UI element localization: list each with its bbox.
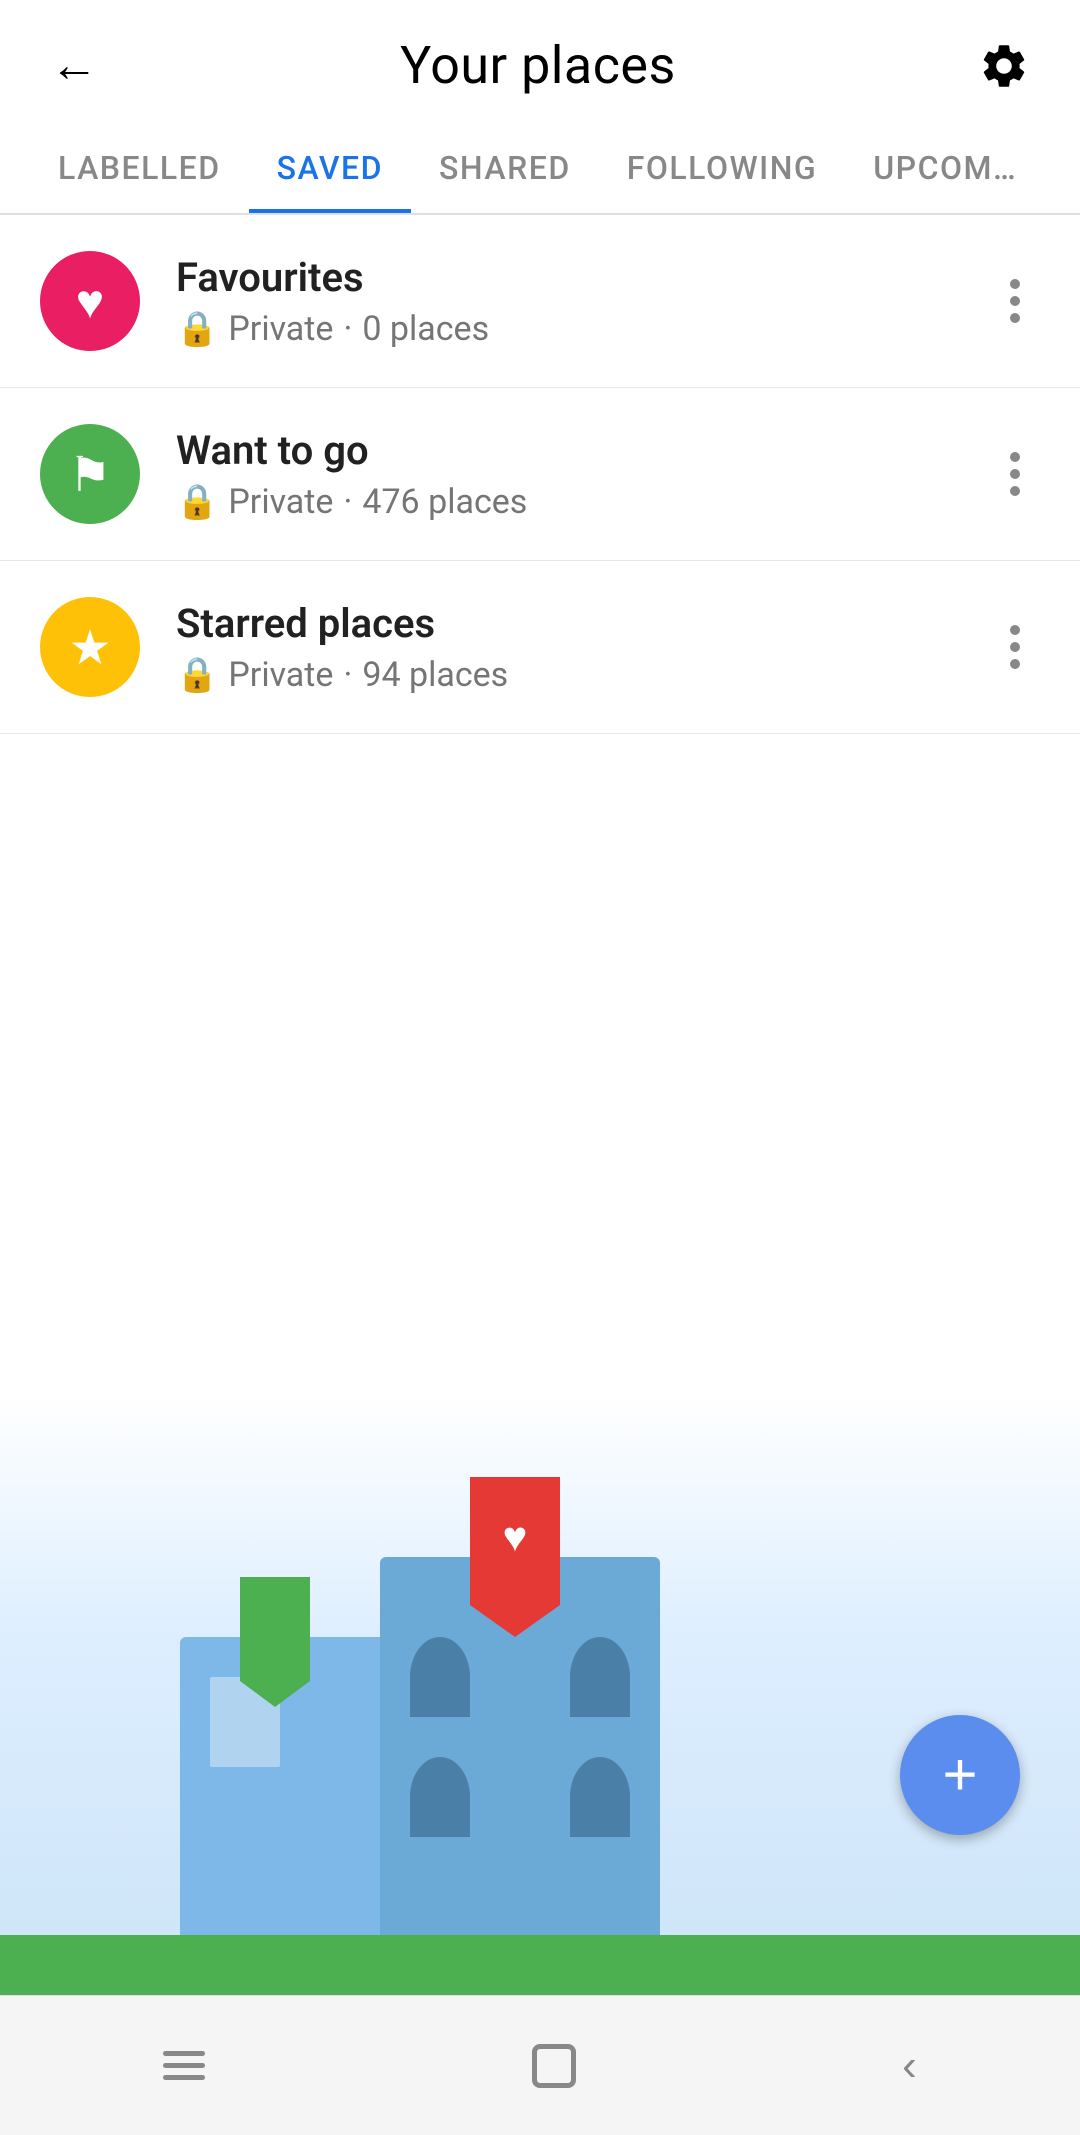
tab-shared[interactable]: SHARED bbox=[411, 123, 599, 213]
favourites-more-button[interactable] bbox=[990, 259, 1040, 343]
want-to-go-text: Want to go 🔒 Private · 476 places bbox=[176, 427, 990, 522]
more-icon bbox=[1006, 621, 1024, 673]
window-4 bbox=[570, 1757, 630, 1837]
saved-list: ♥ Favourites 🔒 Private · 0 places ⚑ Want… bbox=[0, 215, 1080, 734]
favourites-title: Favourites bbox=[176, 254, 990, 301]
want-to-go-subtitle: 🔒 Private · 476 places bbox=[176, 482, 990, 522]
chevron-left-icon: ‹ bbox=[902, 2041, 917, 2091]
ground bbox=[0, 1935, 1080, 1995]
more-icon bbox=[1006, 275, 1024, 327]
lock-icon: 🔒 bbox=[176, 655, 218, 695]
nav-home-button[interactable] bbox=[492, 2024, 616, 2108]
starred-places-subtitle: 🔒 Private · 94 places bbox=[176, 655, 990, 695]
back-icon: ← bbox=[50, 38, 98, 93]
window-3 bbox=[410, 1757, 470, 1837]
starred-places-count: 94 places bbox=[362, 655, 508, 695]
want-to-go-count: 476 places bbox=[362, 482, 527, 522]
gear-icon bbox=[978, 40, 1030, 92]
favourites-subtitle: 🔒 Private · 0 places bbox=[176, 309, 990, 349]
tab-labelled[interactable]: LABELLED bbox=[30, 123, 249, 213]
want-to-go-title: Want to go bbox=[176, 427, 990, 474]
lock-icon: 🔒 bbox=[176, 309, 218, 349]
lock-icon: 🔒 bbox=[176, 482, 218, 522]
favourites-text: Favourites 🔒 Private · 0 places bbox=[176, 254, 990, 349]
tabs-bar: LABELLED SAVED SHARED FOLLOWING UPCOM… bbox=[0, 123, 1080, 215]
star-icon: ★ bbox=[68, 619, 111, 676]
header: ← Your places bbox=[0, 0, 1080, 123]
bottom-navigation: ‹ bbox=[0, 1995, 1080, 2135]
more-icon bbox=[1006, 448, 1024, 500]
list-item[interactable]: ♥ Favourites 🔒 Private · 0 places bbox=[0, 215, 1080, 388]
want-to-go-icon-circle: ⚑ bbox=[40, 424, 140, 524]
home-icon bbox=[532, 2044, 576, 2088]
back-button[interactable]: ← bbox=[40, 28, 108, 103]
favourites-icon-circle: ♥ bbox=[40, 251, 140, 351]
favourites-count: 0 places bbox=[362, 309, 489, 349]
starred-places-text: Starred places 🔒 Private · 94 places bbox=[176, 600, 990, 695]
starred-places-more-button[interactable] bbox=[990, 605, 1040, 689]
bookmark-green-icon bbox=[240, 1577, 310, 1707]
starred-places-privacy: Private bbox=[228, 655, 333, 695]
add-icon: + bbox=[942, 1745, 977, 1805]
menu-icon bbox=[163, 2051, 205, 2080]
list-item[interactable]: ★ Starred places 🔒 Private · 94 places bbox=[0, 561, 1080, 734]
add-button[interactable]: + bbox=[900, 1715, 1020, 1835]
want-to-go-privacy: Private bbox=[228, 482, 333, 522]
illustration-area: ♥ + bbox=[0, 1395, 1080, 1995]
building-left bbox=[180, 1637, 400, 1937]
window-2 bbox=[570, 1637, 630, 1717]
list-item[interactable]: ⚑ Want to go 🔒 Private · 476 places bbox=[0, 388, 1080, 561]
tab-saved[interactable]: SAVED bbox=[249, 123, 411, 213]
building-right: ♥ bbox=[380, 1557, 660, 1937]
settings-button[interactable] bbox=[968, 30, 1040, 102]
nav-back-button[interactable]: ‹ bbox=[862, 2021, 957, 2111]
page-title: Your places bbox=[400, 35, 676, 96]
want-to-go-more-button[interactable] bbox=[990, 432, 1040, 516]
window-1 bbox=[410, 1637, 470, 1717]
bookmark-heart-icon: ♥ bbox=[503, 1513, 528, 1562]
starred-places-title: Starred places bbox=[176, 600, 990, 647]
tab-following[interactable]: FOLLOWING bbox=[599, 123, 846, 213]
starred-places-icon-circle: ★ bbox=[40, 597, 140, 697]
favourites-privacy: Private bbox=[228, 309, 333, 349]
nav-menu-button[interactable] bbox=[123, 2031, 245, 2100]
heart-icon: ♥ bbox=[76, 273, 105, 330]
tab-upcoming[interactable]: UPCOM… bbox=[845, 123, 1045, 213]
bookmark-red-icon: ♥ bbox=[470, 1477, 560, 1637]
flag-icon: ⚑ bbox=[68, 446, 111, 503]
